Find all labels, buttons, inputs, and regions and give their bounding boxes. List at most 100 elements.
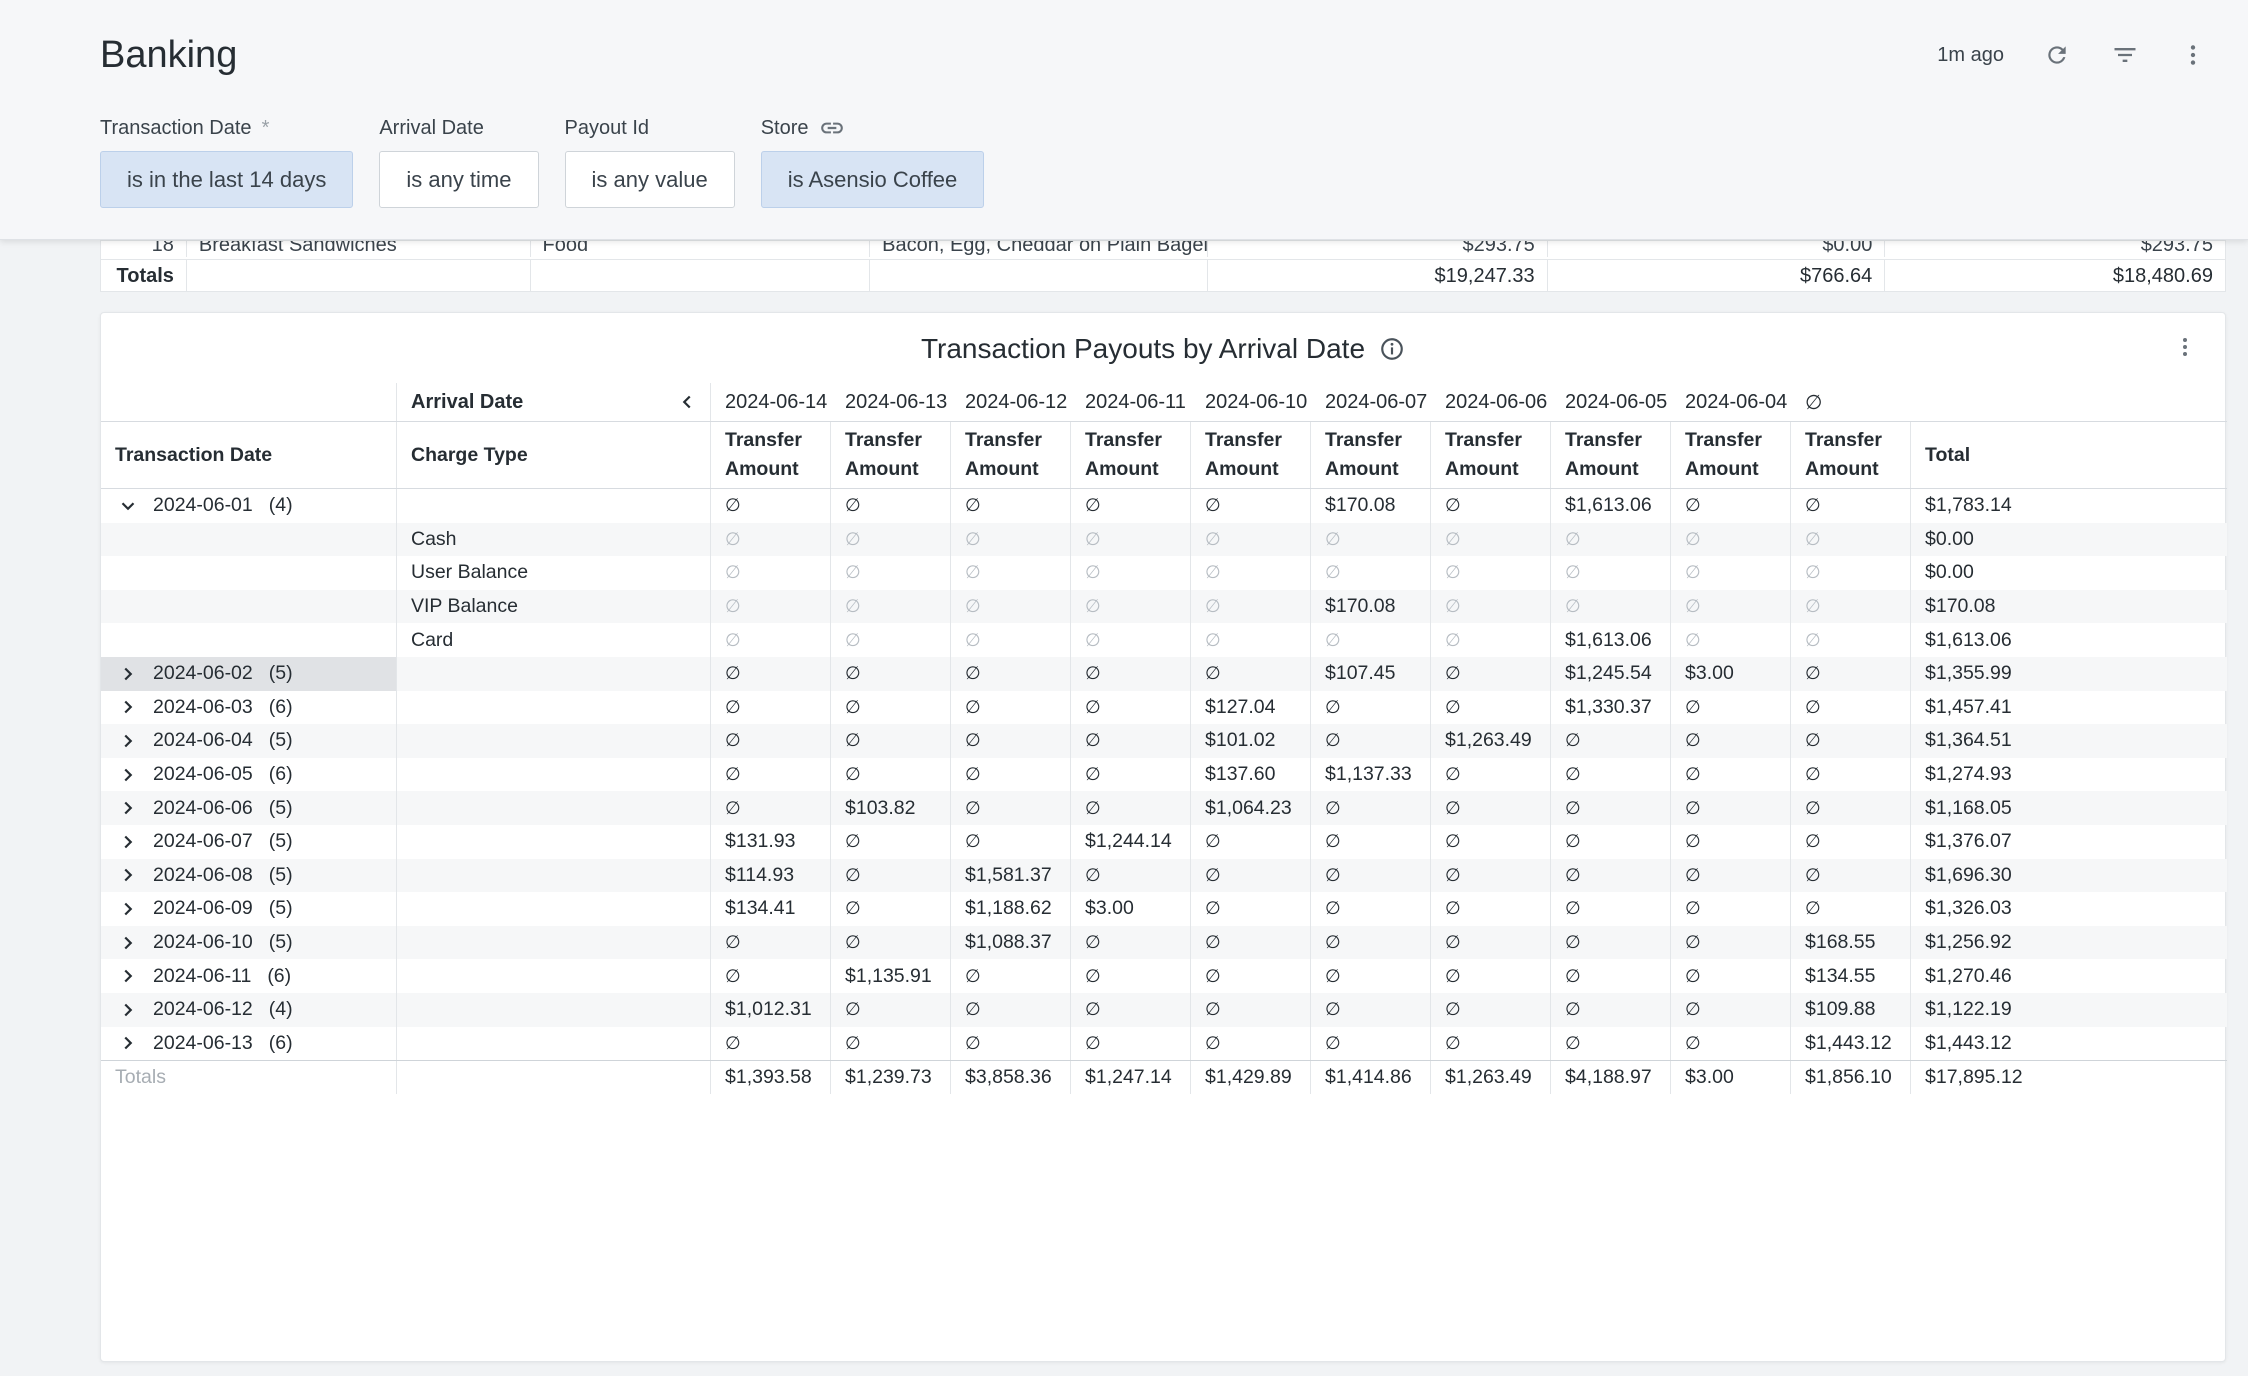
transfer-amount-header[interactable]: Transfer Amount <box>1191 422 1311 488</box>
arrival-date-column-header[interactable]: 2024-06-07 <box>1311 383 1431 421</box>
transaction-date-cell[interactable]: 2024-06-02 (5) <box>101 656 397 691</box>
arrival-date-column-header[interactable]: 2024-06-05 <box>1551 383 1671 421</box>
link-icon[interactable] <box>819 115 845 141</box>
transfer-amount-header[interactable]: Transfer Amount <box>1551 422 1671 488</box>
transfer-amount-cell: $1,263.49 <box>1431 724 1551 758</box>
transfer-amount-cell: ∅ <box>831 1026 951 1061</box>
arrival-date-column-header[interactable]: 2024-06-06 <box>1431 383 1551 421</box>
transfer-amount-cell: ∅ <box>711 791 831 825</box>
chevron-right-icon[interactable] <box>115 898 141 920</box>
transfer-amount-cell: ∅ <box>1551 959 1671 993</box>
transaction-date-cell[interactable]: 2024-06-05 (6) <box>101 757 397 792</box>
table-row: 2024-06-11 (6) ∅ $1,135.91 ∅ ∅ ∅ ∅ ∅ ∅ ∅ $134.55 $1,… <box>101 959 2227 993</box>
transfer-amount-header[interactable]: Transfer Amount <box>1671 422 1791 488</box>
transfer-amount-cell: ∅ <box>831 522 951 557</box>
transaction-date-cell[interactable]: 2024-06-12 (4) <box>101 992 397 1027</box>
chevron-right-icon[interactable] <box>115 797 141 819</box>
transaction-date-cell[interactable]: 2024-06-13 (6) <box>101 1026 397 1061</box>
filter-value-button[interactable]: is any value <box>564 151 735 208</box>
charge-type-cell <box>397 757 711 792</box>
filter-icon[interactable] <box>2110 40 2140 70</box>
transfer-amount-cell: ∅ <box>1551 824 1671 859</box>
column-total-cell: $4,188.97 <box>1551 1061 1671 1094</box>
measure-label: Amount <box>1685 458 1759 480</box>
transfer-amount-cell: ∅ <box>951 1026 1071 1061</box>
transaction-date-cell[interactable]: 2024-06-06 (5) <box>101 791 397 825</box>
chevron-right-icon[interactable] <box>115 932 141 954</box>
transfer-amount-header[interactable]: Transfer Amount <box>1071 422 1191 488</box>
transfer-amount-header[interactable]: Transfer Amount <box>1311 422 1431 488</box>
filter-value-button[interactable]: is Asensio Coffee <box>760 151 985 208</box>
transfer-amount-cell: ∅ <box>1551 522 1671 557</box>
transfer-amount-cell: ∅ <box>1431 824 1551 859</box>
row-total-cell: $1,696.30 <box>1925 863 2012 886</box>
transaction-date-cell[interactable]: 2024-06-09 (5) <box>101 892 397 926</box>
transfer-amount-header[interactable]: Transfer Amount <box>831 422 951 488</box>
row-total-cell: $1,364.51 <box>1925 729 2012 752</box>
transaction-date-cell[interactable]: 2024-06-04 (5) <box>101 724 397 758</box>
chevron-right-icon[interactable] <box>115 696 141 718</box>
row-count: (5) <box>268 863 293 886</box>
transfer-amount-cell: ∅ <box>831 589 951 624</box>
transfer-amount-header[interactable]: Transfer Amount <box>951 422 1071 488</box>
chevron-right-icon[interactable] <box>115 764 141 786</box>
chevron-left-icon[interactable] <box>676 391 698 413</box>
row-count: (5) <box>268 830 293 853</box>
chevron-right-icon[interactable] <box>115 965 141 987</box>
refresh-icon[interactable] <box>2042 40 2072 70</box>
chevron-right-icon[interactable] <box>115 1032 141 1054</box>
transfer-amount-cell: ∅ <box>831 892 951 926</box>
transfer-amount-header[interactable]: Transfer Amount <box>1431 422 1551 488</box>
transaction-date-cell[interactable]: 2024-06-08 (5) <box>101 858 397 893</box>
filter-value-button[interactable]: is any time <box>379 151 539 208</box>
arrival-date-column-header[interactable]: ∅ <box>1791 383 1911 421</box>
arrival-date-column-header[interactable]: 2024-06-04 <box>1671 383 1791 421</box>
chevron-right-icon[interactable] <box>115 864 141 886</box>
transfer-amount-cell: ∅ <box>1311 623 1431 657</box>
table-row: 2024-06-07 (5) $131.93 ∅ ∅ $1,244.14 ∅ ∅ ∅ ∅ ∅ ∅ $1,… <box>101 824 2227 859</box>
info-icon[interactable] <box>1379 336 1405 362</box>
arrival-date-column-header[interactable]: 2024-06-11 <box>1071 383 1191 421</box>
total-header[interactable]: Total <box>1911 422 2227 488</box>
more-vert-icon[interactable] <box>2173 335 2197 364</box>
transfer-amount-header[interactable]: Transfer Amount <box>711 422 831 488</box>
arrival-date-column-header[interactable]: 2024-06-10 <box>1191 383 1311 421</box>
charge-type-cell: User Balance <box>397 556 711 590</box>
transaction-date-cell[interactable]: 2024-06-11 (6) <box>101 959 397 993</box>
transfer-amount-cell: ∅ <box>951 791 1071 825</box>
row-total-cell: $1,355.99 <box>1925 662 2012 685</box>
charge-type-cell <box>397 892 711 926</box>
chevron-right-icon[interactable] <box>115 730 141 752</box>
transfer-amount-cell: ∅ <box>711 724 831 758</box>
transfer-amount-cell: ∅ <box>1551 1026 1671 1061</box>
transfer-amount-cell: ∅ <box>1311 992 1431 1027</box>
transfer-amount-header[interactable]: Transfer Amount <box>1791 422 1911 488</box>
transaction-date-cell[interactable]: 2024-06-01 (4) <box>101 489 397 523</box>
measure-label: Transfer <box>1685 428 1762 451</box>
transfer-amount-cell: $170.08 <box>1311 489 1431 523</box>
payouts-pivot-card: Transaction Payouts by Arrival Date Arri… <box>100 312 2227 1362</box>
charge-type-cell <box>397 791 711 825</box>
arrival-date-column-header[interactable]: 2024-06-12 <box>951 383 1071 421</box>
chevron-right-icon[interactable] <box>115 999 141 1021</box>
charge-type-header[interactable]: Charge Type <box>397 422 711 488</box>
transfer-amount-cell: $1,064.23 <box>1191 791 1311 825</box>
transaction-date-cell[interactable]: 2024-06-07 (5) <box>101 824 397 859</box>
transaction-date-cell[interactable]: 2024-06-03 (6) <box>101 690 397 725</box>
chevron-right-icon[interactable] <box>115 663 141 685</box>
arrival-date-column-header[interactable]: 2024-06-13 <box>831 383 951 421</box>
transfer-amount-cell: ∅ <box>1431 858 1551 893</box>
transaction-date-cell[interactable]: 2024-06-10 (5) <box>101 925 397 960</box>
filter-value-button[interactable]: is in the last 14 days <box>100 151 354 208</box>
chevron-down-icon[interactable] <box>115 495 141 517</box>
chevron-right-icon[interactable] <box>115 831 141 853</box>
transfer-amount-cell: $1,443.12 <box>1791 1026 1911 1061</box>
row-count: (6) <box>268 695 293 718</box>
transfer-amount-cell: $134.41 <box>711 892 831 926</box>
filter-payout-id: Payout Id is any value <box>564 115 735 208</box>
arrival-date-column-header[interactable]: 2024-06-14 <box>711 383 831 421</box>
more-vert-icon[interactable] <box>2178 40 2208 70</box>
column-total-cell: $1,856.10 <box>1791 1061 1911 1094</box>
transaction-date-header[interactable]: Transaction Date <box>101 422 397 488</box>
transfer-amount-cell: ∅ <box>711 690 831 725</box>
